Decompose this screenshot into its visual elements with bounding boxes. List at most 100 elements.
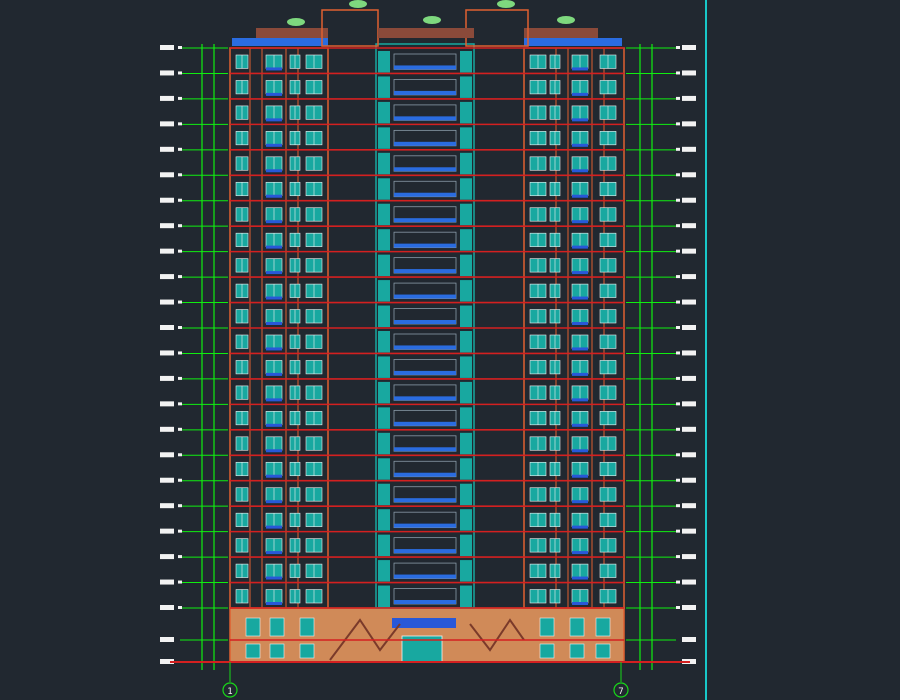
window-sill-strip <box>266 92 282 96</box>
podium-window <box>299 617 315 637</box>
axis-label: 1 <box>227 687 232 697</box>
roof-plant <box>423 16 441 24</box>
window-sill-strip <box>266 449 282 453</box>
core-right-pier <box>460 280 472 302</box>
cad-viewport[interactable]: 17 <box>0 0 900 700</box>
core-right-pier <box>460 585 472 607</box>
roof-parapet-right <box>524 38 622 46</box>
core-right-pier <box>460 305 472 327</box>
elevation-mark <box>682 503 696 509</box>
elevation-mark <box>178 275 182 279</box>
stair-tower-right <box>465 9 529 47</box>
elevation-mark <box>682 375 696 381</box>
core-right-pier <box>460 407 472 429</box>
elevation-mark <box>178 147 182 151</box>
elevation-mark <box>682 605 696 610</box>
elevation-mark <box>676 275 680 279</box>
window-sill-strip <box>266 118 282 122</box>
elevation-mark <box>178 46 182 49</box>
podium-window <box>539 617 555 637</box>
elevation-mark <box>160 248 174 254</box>
elevation-mark <box>676 427 680 431</box>
elevation-mark <box>682 197 696 203</box>
podium-window <box>539 643 555 659</box>
window-sill-strip <box>572 271 588 275</box>
window-sill-strip <box>266 296 282 300</box>
core-balcony-rail <box>394 370 456 375</box>
elevation-mark <box>676 453 680 457</box>
elevation-mark <box>682 477 696 483</box>
elevation-mark <box>160 172 174 178</box>
roof-parapet <box>232 0 622 47</box>
window-sill-strip <box>266 67 282 71</box>
left-elevation-dimension-chain <box>160 44 228 670</box>
window-sill-strip <box>266 500 282 504</box>
elevation-mark <box>160 579 174 585</box>
elevation-mark <box>676 71 680 75</box>
core-right-pier <box>460 178 472 200</box>
core-left-pier <box>378 356 390 378</box>
elevation-mark <box>682 637 696 642</box>
elevation-mark <box>160 325 174 330</box>
podium-window <box>245 617 261 637</box>
core-balcony-rail <box>394 498 456 503</box>
elevation-mark <box>160 45 174 50</box>
podium-window <box>569 643 585 659</box>
elevation-mark <box>178 580 182 584</box>
elevation-mark <box>676 122 680 126</box>
window-sill-strip <box>266 245 282 249</box>
elevation-mark <box>682 172 696 178</box>
core-balcony-rail <box>394 141 456 146</box>
elevation-mark <box>160 95 174 101</box>
elevation-mark <box>682 248 696 254</box>
right-elevation-dimension-chain <box>626 44 696 670</box>
elevation-mark <box>178 224 182 228</box>
core-balcony-rail <box>394 447 456 452</box>
elevation-mark <box>682 452 696 458</box>
window-sill-strip <box>572 245 588 249</box>
elevation-mark <box>178 326 182 329</box>
elevation-mark <box>676 529 680 533</box>
core-right-pier <box>460 381 472 404</box>
elevation-mark <box>160 121 174 127</box>
core-left-pier <box>378 381 390 404</box>
elevation-mark <box>676 351 680 355</box>
elevation-mark <box>682 426 696 432</box>
core-balcony-rail <box>394 345 456 350</box>
elevation-mark <box>160 554 174 560</box>
elevation-mark <box>676 249 680 253</box>
window-sill-strip <box>266 398 282 402</box>
elevation-mark <box>676 402 680 406</box>
podium-window <box>299 643 315 659</box>
elevation-mark <box>178 96 182 100</box>
window-sill-strip <box>572 169 588 173</box>
core-balcony-rail <box>394 218 456 223</box>
core-right-pier <box>460 509 472 531</box>
axis-label: 7 <box>618 687 623 697</box>
core-outline <box>375 43 475 609</box>
tower-facade <box>229 43 625 609</box>
podium-window <box>269 617 285 637</box>
elevation-mark <box>682 95 696 101</box>
core-right-pier <box>460 101 472 124</box>
window-sill-strip <box>572 296 588 300</box>
roof-plant <box>557 16 575 24</box>
elevation-mark <box>178 249 182 253</box>
elevation-mark <box>178 173 182 177</box>
window-sill-strip <box>266 474 282 478</box>
core-left-pier <box>378 127 390 149</box>
window-sill-strip <box>266 551 282 555</box>
core-right-pier <box>460 331 472 353</box>
elevation-mark <box>178 376 182 380</box>
core-right-pier <box>460 534 472 557</box>
elevation-mark <box>160 477 174 483</box>
core-balcony-rail <box>394 523 456 528</box>
window-sill-strip <box>266 372 282 376</box>
core-balcony-rail <box>394 421 456 426</box>
elevation-mark <box>676 555 680 559</box>
core-balcony-rail <box>394 90 456 95</box>
window-sill-strip <box>266 271 282 275</box>
window-sill-strip <box>266 220 282 224</box>
roof-plant <box>497 0 515 8</box>
elevation-mark <box>682 325 696 330</box>
